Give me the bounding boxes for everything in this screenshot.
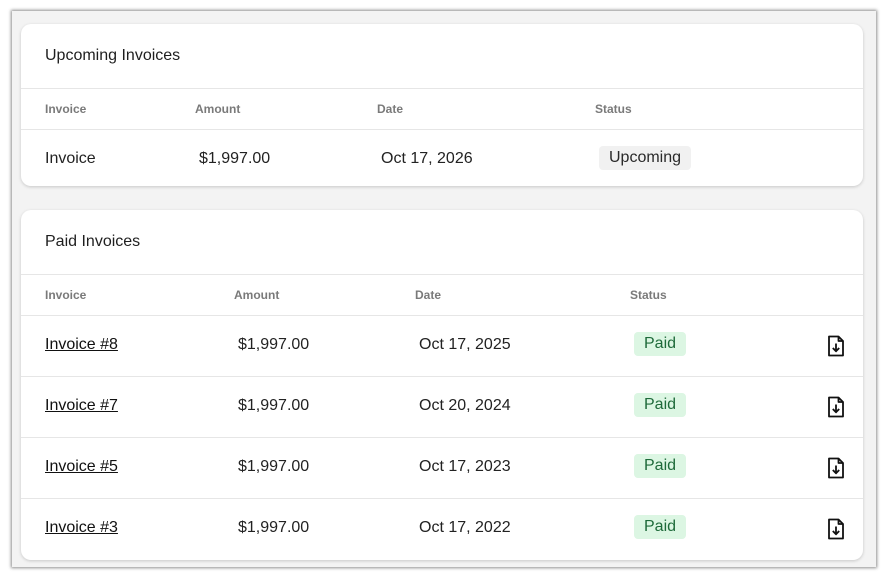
paid-invoices-card: Paid Invoices Invoice Amount Date Status… xyxy=(21,210,863,560)
invoice-link[interactable]: Invoice #8 xyxy=(45,336,118,354)
invoice-link[interactable]: Invoice #7 xyxy=(45,397,118,415)
upcoming-invoices-card: Upcoming Invoices Invoice Amount Date St… xyxy=(21,24,863,186)
upcoming-invoices-title: Upcoming Invoices xyxy=(21,24,863,89)
invoice-link[interactable]: Invoice #3 xyxy=(45,519,118,537)
invoice-date: Oct 17, 2025 xyxy=(419,336,511,353)
invoice-amount: $1,997.00 xyxy=(238,519,310,536)
paid-invoices-title: Paid Invoices xyxy=(21,210,863,275)
invoice-date: Oct 17, 2023 xyxy=(419,458,511,475)
column-header-amount: Amount xyxy=(234,288,280,302)
invoice-amount: $1,997.00 xyxy=(238,458,310,475)
column-header-amount: Amount xyxy=(195,102,241,116)
invoice-amount: $1,997.00 xyxy=(199,150,271,167)
column-header-date: Date xyxy=(377,102,404,116)
column-header-invoice: Invoice xyxy=(45,102,87,116)
invoice-date: Oct 20, 2024 xyxy=(419,397,511,414)
download-file-icon[interactable] xyxy=(826,518,846,540)
table-row: Invoice #8 $1,997.00 Oct 17, 2025 Paid xyxy=(21,316,863,377)
download-file-icon[interactable] xyxy=(826,396,846,418)
upcoming-table-header: Invoice Amount Date Status xyxy=(21,89,863,130)
download-file-icon[interactable] xyxy=(826,457,846,479)
column-header-status: Status xyxy=(595,102,632,116)
column-header-status: Status xyxy=(630,288,667,302)
table-row: Invoice #7 $1,997.00 Oct 20, 2024 Paid xyxy=(21,377,863,438)
status-badge: Paid xyxy=(634,515,687,539)
status-badge: Paid xyxy=(634,332,687,356)
invoice-date: Oct 17, 2026 xyxy=(381,150,473,167)
column-header-date: Date xyxy=(415,288,442,302)
app-window: Upcoming Invoices Invoice Amount Date St… xyxy=(12,11,876,567)
download-file-icon[interactable] xyxy=(826,335,846,357)
status-badge: Upcoming xyxy=(599,146,692,170)
status-badge: Paid xyxy=(634,454,687,478)
status-badge: Paid xyxy=(634,393,687,417)
invoice-name: Invoice xyxy=(45,150,96,167)
paid-table-header: Invoice Amount Date Status xyxy=(21,275,863,316)
table-row: Invoice $1,997.00 Oct 17, 2026 Upcoming xyxy=(21,130,863,186)
table-row: Invoice #5 $1,997.00 Oct 17, 2023 Paid xyxy=(21,438,863,499)
invoice-link[interactable]: Invoice #5 xyxy=(45,458,118,476)
invoice-amount: $1,997.00 xyxy=(238,397,310,414)
invoice-date: Oct 17, 2022 xyxy=(419,519,511,536)
column-header-invoice: Invoice xyxy=(45,288,87,302)
invoice-amount: $1,997.00 xyxy=(238,336,310,353)
table-row: Invoice #3 $1,997.00 Oct 17, 2022 Paid xyxy=(21,499,863,560)
